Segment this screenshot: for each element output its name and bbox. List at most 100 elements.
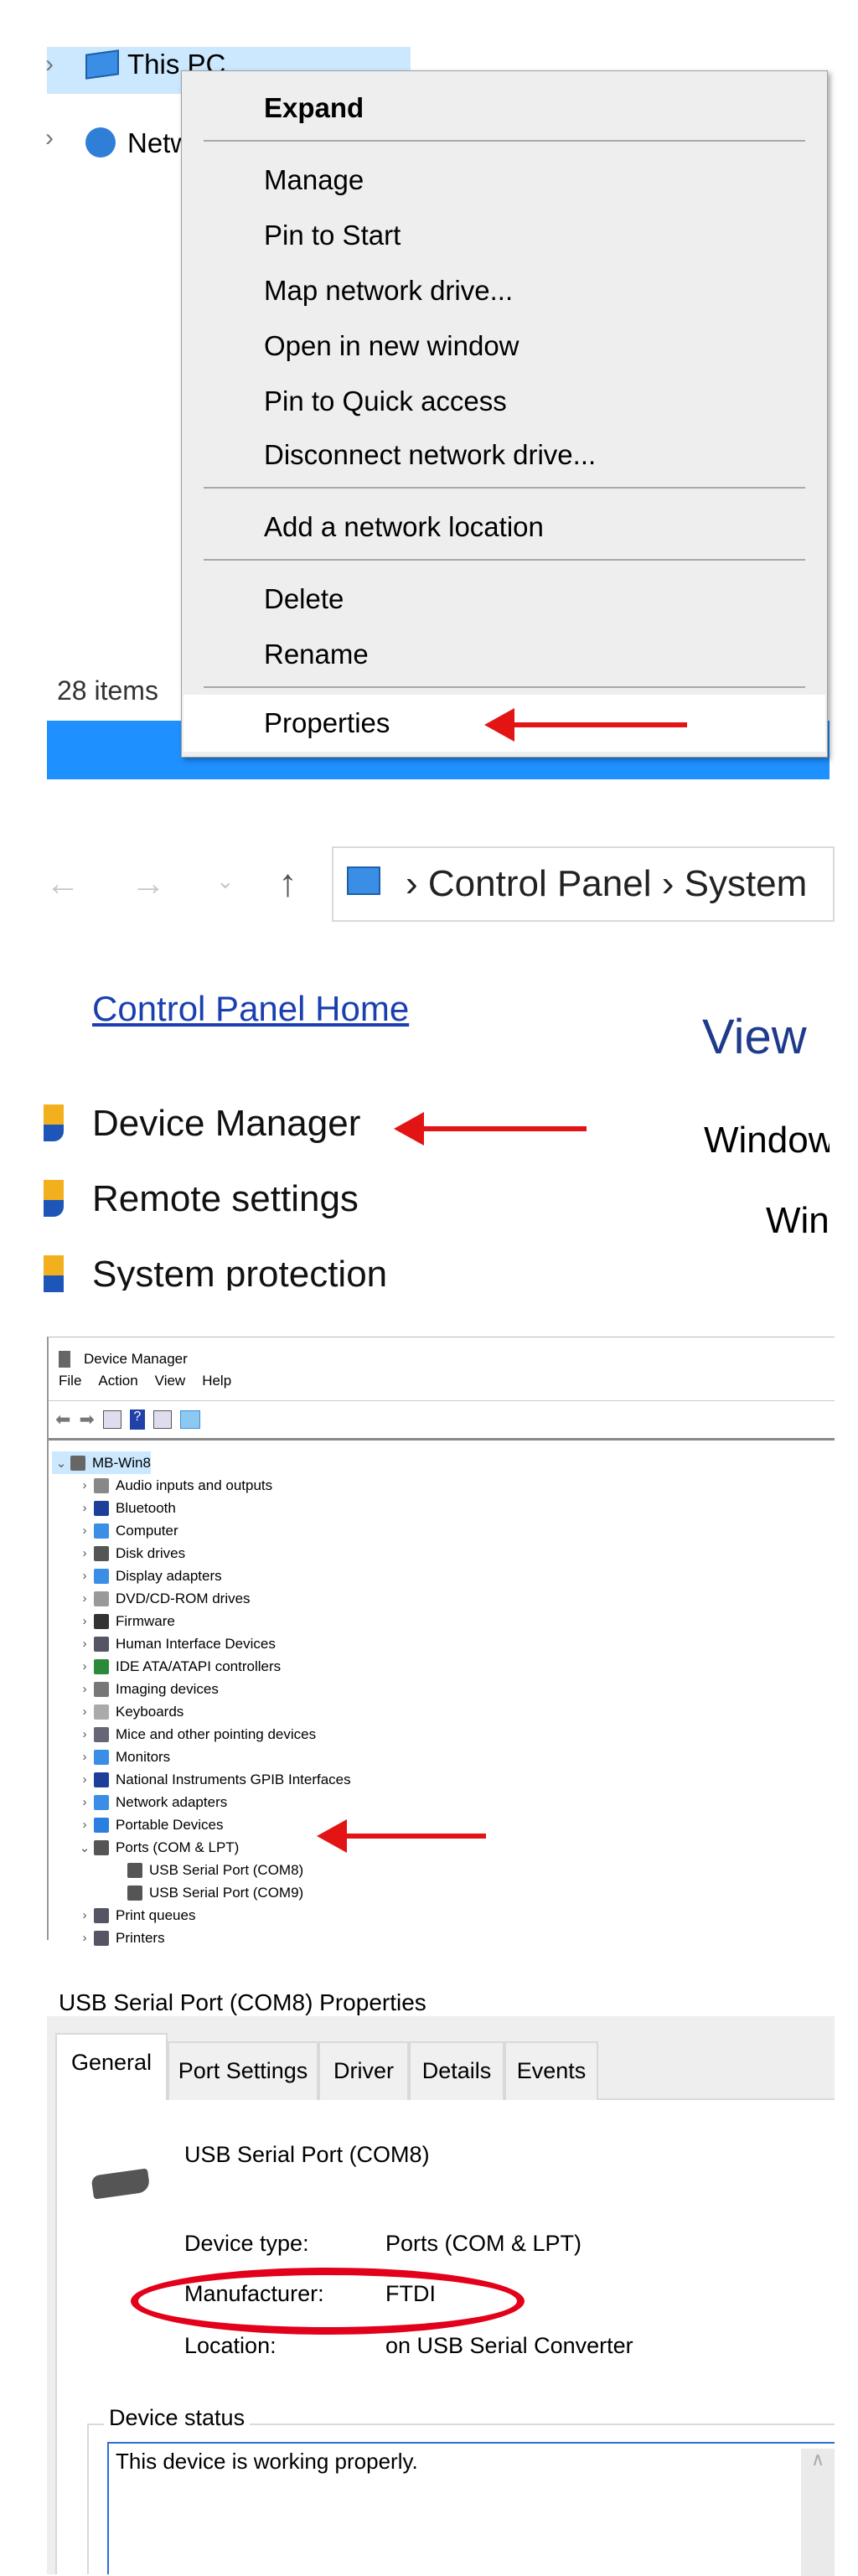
tab-port-settings[interactable]: Port Settings	[168, 2041, 318, 2100]
menu-item-rename[interactable]: Rename	[264, 638, 369, 671]
menu-item-add-network-location[interactable]: Add a network location	[264, 510, 544, 544]
tree-label: Network adapters	[116, 1793, 228, 1810]
expand-chevron-icon[interactable]: ›	[75, 1908, 94, 1922]
separator	[204, 487, 805, 489]
windows-edition-text: Window	[704, 1120, 830, 1161]
expand-chevron-icon[interactable]: ›	[75, 1546, 94, 1560]
red-arrow-annotation	[317, 1819, 486, 1853]
expand-chevron-icon[interactable]: ›	[75, 1478, 94, 1492]
tree-category[interactable]: › DVD/CD-ROM drives	[75, 1587, 251, 1610]
expand-chevron-icon[interactable]: ›	[75, 1772, 94, 1787]
device-status-textbox[interactable]: This device is working properly. ∧	[107, 2442, 835, 2576]
forward-icon[interactable]: ➡	[79, 1409, 94, 1430]
menu-item-pin-start[interactable]: Pin to Start	[264, 219, 401, 252]
tree-category[interactable]: › Monitors	[75, 1746, 170, 1768]
tree-category[interactable]: › Disk drives	[75, 1542, 185, 1565]
back-icon[interactable]: ⬅	[55, 1409, 70, 1430]
menu-item-disconnect-drive[interactable]: Disconnect network drive...	[264, 438, 596, 472]
control-panel-home-link[interactable]: Control Panel Home	[92, 989, 409, 1029]
tab-driver[interactable]: Driver	[318, 2041, 409, 2100]
recent-dropdown-icon[interactable]: ⌄	[216, 868, 235, 894]
expand-chevron-icon[interactable]: ›	[75, 1659, 94, 1673]
tree-category[interactable]: › IDE ATA/ATAPI controllers	[75, 1655, 281, 1678]
tree-category[interactable]: › Mice and other pointing devices	[75, 1723, 316, 1746]
tree-category[interactable]: › Audio inputs and outputs	[75, 1474, 272, 1497]
expand-chevron-icon[interactable]: ›	[75, 1818, 94, 1832]
device-name: USB Serial Port (COM8)	[184, 2142, 430, 2167]
tree-category[interactable]: › Bluetooth	[75, 1497, 176, 1519]
expand-chevron-icon[interactable]: ›	[75, 1931, 94, 1945]
expand-chevron-icon[interactable]: ›	[75, 1523, 94, 1538]
tree-category[interactable]: › Network adapters	[75, 1791, 227, 1813]
menu-help[interactable]: Help	[202, 1369, 231, 1392]
tree-category[interactable]: ⌄ Ports (COM & LPT)	[75, 1836, 239, 1859]
menu-file[interactable]: File	[59, 1369, 81, 1392]
tab-events[interactable]: Events	[504, 2041, 598, 2100]
breadcrumb-system[interactable]: System	[685, 863, 808, 904]
expand-chevron-icon[interactable]: ›	[75, 1704, 94, 1719]
tree-device-port[interactable]: USB Serial Port (COM9)	[127, 1881, 303, 1904]
shield-icon	[44, 1255, 64, 1292]
expand-chevron-icon[interactable]: ›	[75, 1591, 94, 1606]
tab-general[interactable]: General	[55, 2033, 168, 2100]
tree-category[interactable]: › Printers	[75, 1927, 165, 1949]
collapse-chevron-icon[interactable]: ⌄	[75, 1840, 94, 1855]
tree-label: USB Serial Port (COM9)	[149, 1884, 304, 1901]
help-icon[interactable]: ?	[129, 1410, 145, 1430]
tree-category[interactable]: › Imaging devices	[75, 1678, 219, 1700]
shield-icon	[44, 1180, 64, 1217]
expand-chevron-icon[interactable]: ›	[75, 1614, 94, 1628]
breadcrumb-control-panel[interactable]: Control Panel	[428, 863, 652, 904]
update-driver-icon[interactable]	[152, 1410, 172, 1429]
tree-category[interactable]: › Firmware	[75, 1610, 175, 1632]
tree-category[interactable]: › Keyboards	[75, 1700, 183, 1723]
remote-settings-link[interactable]: Remote settings	[92, 1178, 359, 1220]
menu-item-open-new-window[interactable]: Open in new window	[264, 329, 519, 363]
tree-root-computer[interactable]: ⌄ MB-Win8	[52, 1451, 151, 1474]
tree-category[interactable]: › Print queues	[75, 1904, 195, 1927]
expand-chevron-icon[interactable]: ›	[75, 1727, 94, 1741]
menu-item-delete[interactable]: Delete	[264, 582, 344, 616]
collapse-chevron-icon[interactable]: ⌄	[52, 1456, 70, 1471]
menu-item-pin-quick-access[interactable]: Pin to Quick access	[264, 385, 507, 418]
system-protection-link[interactable]: System protection	[92, 1254, 387, 1291]
expand-chevron-icon[interactable]: ›	[45, 50, 54, 79]
menu-item-map-drive[interactable]: Map network drive...	[264, 274, 513, 308]
tree-label: Imaging devices	[116, 1680, 219, 1697]
device-category-icon	[94, 1726, 109, 1742]
menu-action[interactable]: Action	[98, 1369, 137, 1392]
menu-item-expand[interactable]: Expand	[264, 91, 364, 125]
tree-category[interactable]: › Human Interface Devices	[75, 1632, 276, 1655]
scan-hardware-icon[interactable]	[179, 1410, 200, 1429]
tab-details[interactable]: Details	[409, 2041, 504, 2100]
expand-chevron-icon[interactable]: ›	[75, 1569, 94, 1583]
expand-chevron-icon[interactable]: ›	[45, 124, 54, 153]
item-count: 28 items	[57, 675, 158, 706]
forward-button[interactable]: →	[131, 863, 166, 903]
tree-label: Ports (COM & LPT)	[116, 1839, 240, 1855]
tree-category[interactable]: › Display adapters	[75, 1565, 222, 1587]
address-bar[interactable]: › Control Panel › System	[332, 846, 835, 922]
device-category-icon	[94, 1772, 109, 1787]
tree-category[interactable]: › Portable Devices	[75, 1813, 224, 1836]
properties-icon[interactable]	[102, 1410, 121, 1429]
device-manager-link[interactable]: Device Manager	[92, 1103, 360, 1145]
scrollbar[interactable]: ∧	[801, 2449, 835, 2576]
back-button[interactable]: ←	[45, 863, 80, 903]
device-category-icon	[127, 1862, 142, 1878]
expand-chevron-icon[interactable]: ›	[75, 1795, 94, 1809]
expand-chevron-icon[interactable]: ›	[75, 1501, 94, 1515]
menu-view[interactable]: View	[155, 1369, 186, 1392]
tree-device-port[interactable]: USB Serial Port (COM8)	[127, 1859, 303, 1881]
expand-chevron-icon[interactable]: ›	[75, 1637, 94, 1651]
red-arrow-annotation	[484, 708, 687, 742]
expand-chevron-icon[interactable]: ›	[75, 1682, 94, 1696]
tree-category[interactable]: › National Instruments GPIB Interfaces	[75, 1768, 351, 1791]
tree-category[interactable]: › Computer	[75, 1519, 178, 1542]
device-category-icon	[94, 1794, 109, 1810]
menu-item-manage[interactable]: Manage	[264, 163, 364, 197]
device-category-icon	[70, 1455, 85, 1471]
expand-chevron-icon[interactable]: ›	[75, 1750, 94, 1764]
up-button[interactable]: ↑	[278, 860, 297, 905]
device-category-icon	[94, 1749, 109, 1765]
